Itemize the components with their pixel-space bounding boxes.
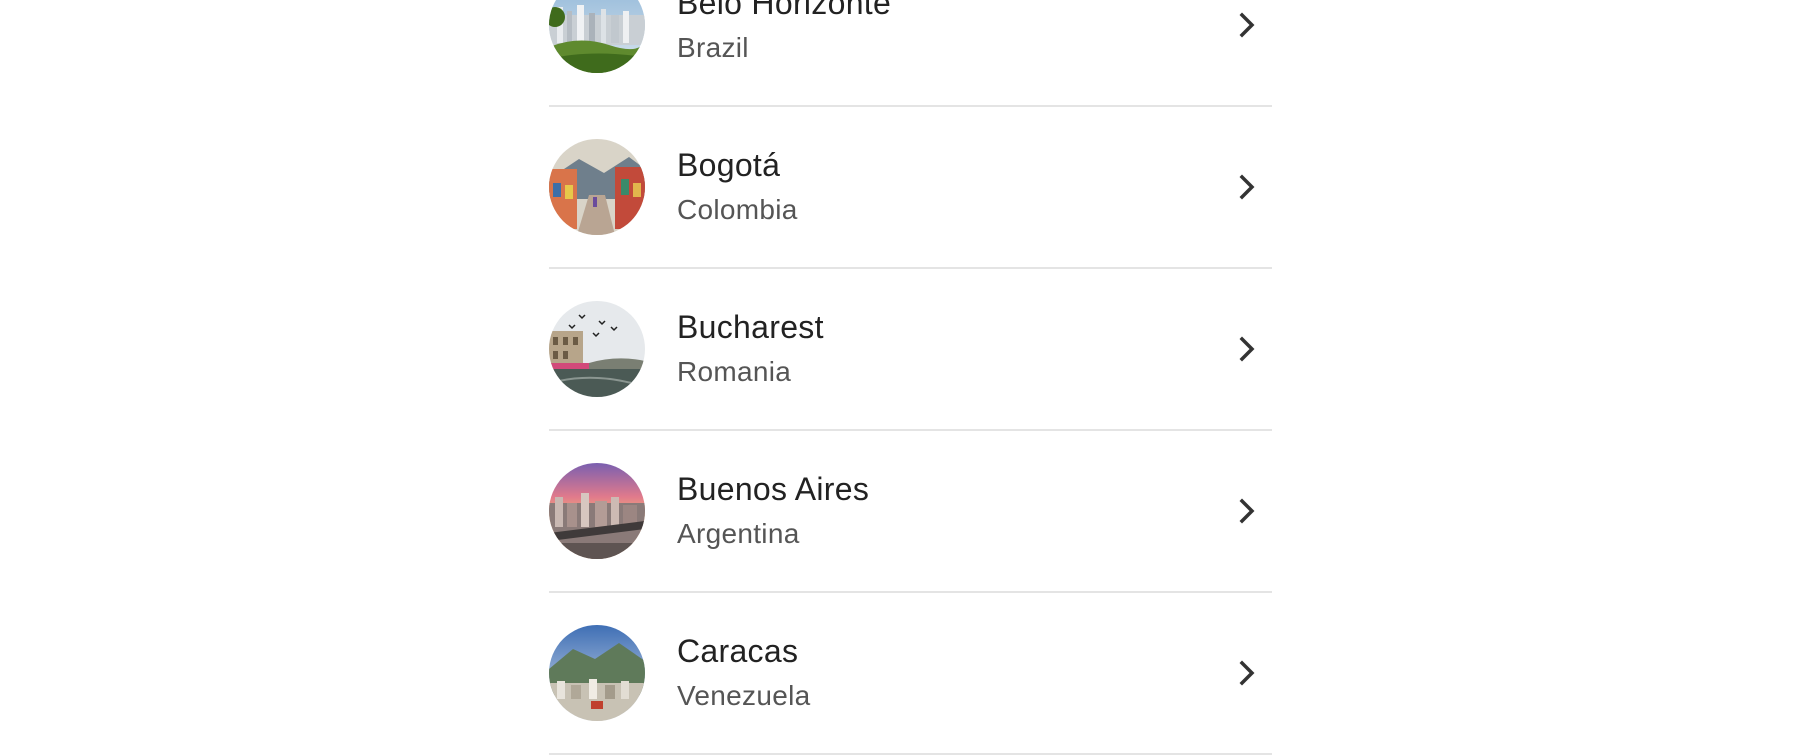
- country-name: Colombia: [677, 194, 798, 225]
- city-text: Belo Horizonte Brazil: [677, 0, 891, 67]
- city-name: Buenos Aires: [677, 471, 870, 507]
- city-text: Buenos Aires Argentina: [677, 469, 869, 553]
- city-list-item-bogota[interactable]: Bogotá Colombia: [549, 107, 1272, 269]
- chevron-right-icon: [1239, 336, 1255, 362]
- city-name: Bogotá: [677, 147, 781, 183]
- country-name: Argentina: [677, 518, 800, 549]
- chevron-right-icon: [1239, 660, 1255, 686]
- country-name: Brazil: [677, 32, 749, 63]
- city-photo-caracas: [549, 625, 645, 721]
- country-name: Venezuela: [677, 680, 811, 711]
- city-name: Caracas: [677, 633, 799, 669]
- city-text: Bucharest Romania: [677, 307, 824, 391]
- country-name: Romania: [677, 356, 792, 387]
- chevron-right-icon: [1239, 174, 1255, 200]
- city-list-item-caracas[interactable]: Caracas Venezuela: [549, 593, 1272, 755]
- city-text: Caracas Venezuela: [677, 631, 811, 715]
- city-photo-bucharest: [549, 301, 645, 397]
- city-list: Belo Horizonte Brazil Bogotá Colombia Bu…: [549, 0, 1272, 755]
- city-photo-buenos-aires: [549, 463, 645, 559]
- city-photo-bogota: [549, 139, 645, 235]
- city-list-item-buenos-aires[interactable]: Buenos Aires Argentina: [549, 431, 1272, 593]
- city-name: Belo Horizonte: [677, 0, 892, 21]
- city-list-item-belo-horizonte[interactable]: Belo Horizonte Brazil: [549, 0, 1272, 107]
- city-list-item-bucharest[interactable]: Bucharest Romania: [549, 269, 1272, 431]
- chevron-right-icon: [1239, 498, 1255, 524]
- chevron-right-icon: [1239, 12, 1255, 38]
- city-name: Bucharest: [677, 309, 824, 345]
- city-photo-belo-horizonte: [549, 0, 645, 73]
- city-text: Bogotá Colombia: [677, 145, 798, 229]
